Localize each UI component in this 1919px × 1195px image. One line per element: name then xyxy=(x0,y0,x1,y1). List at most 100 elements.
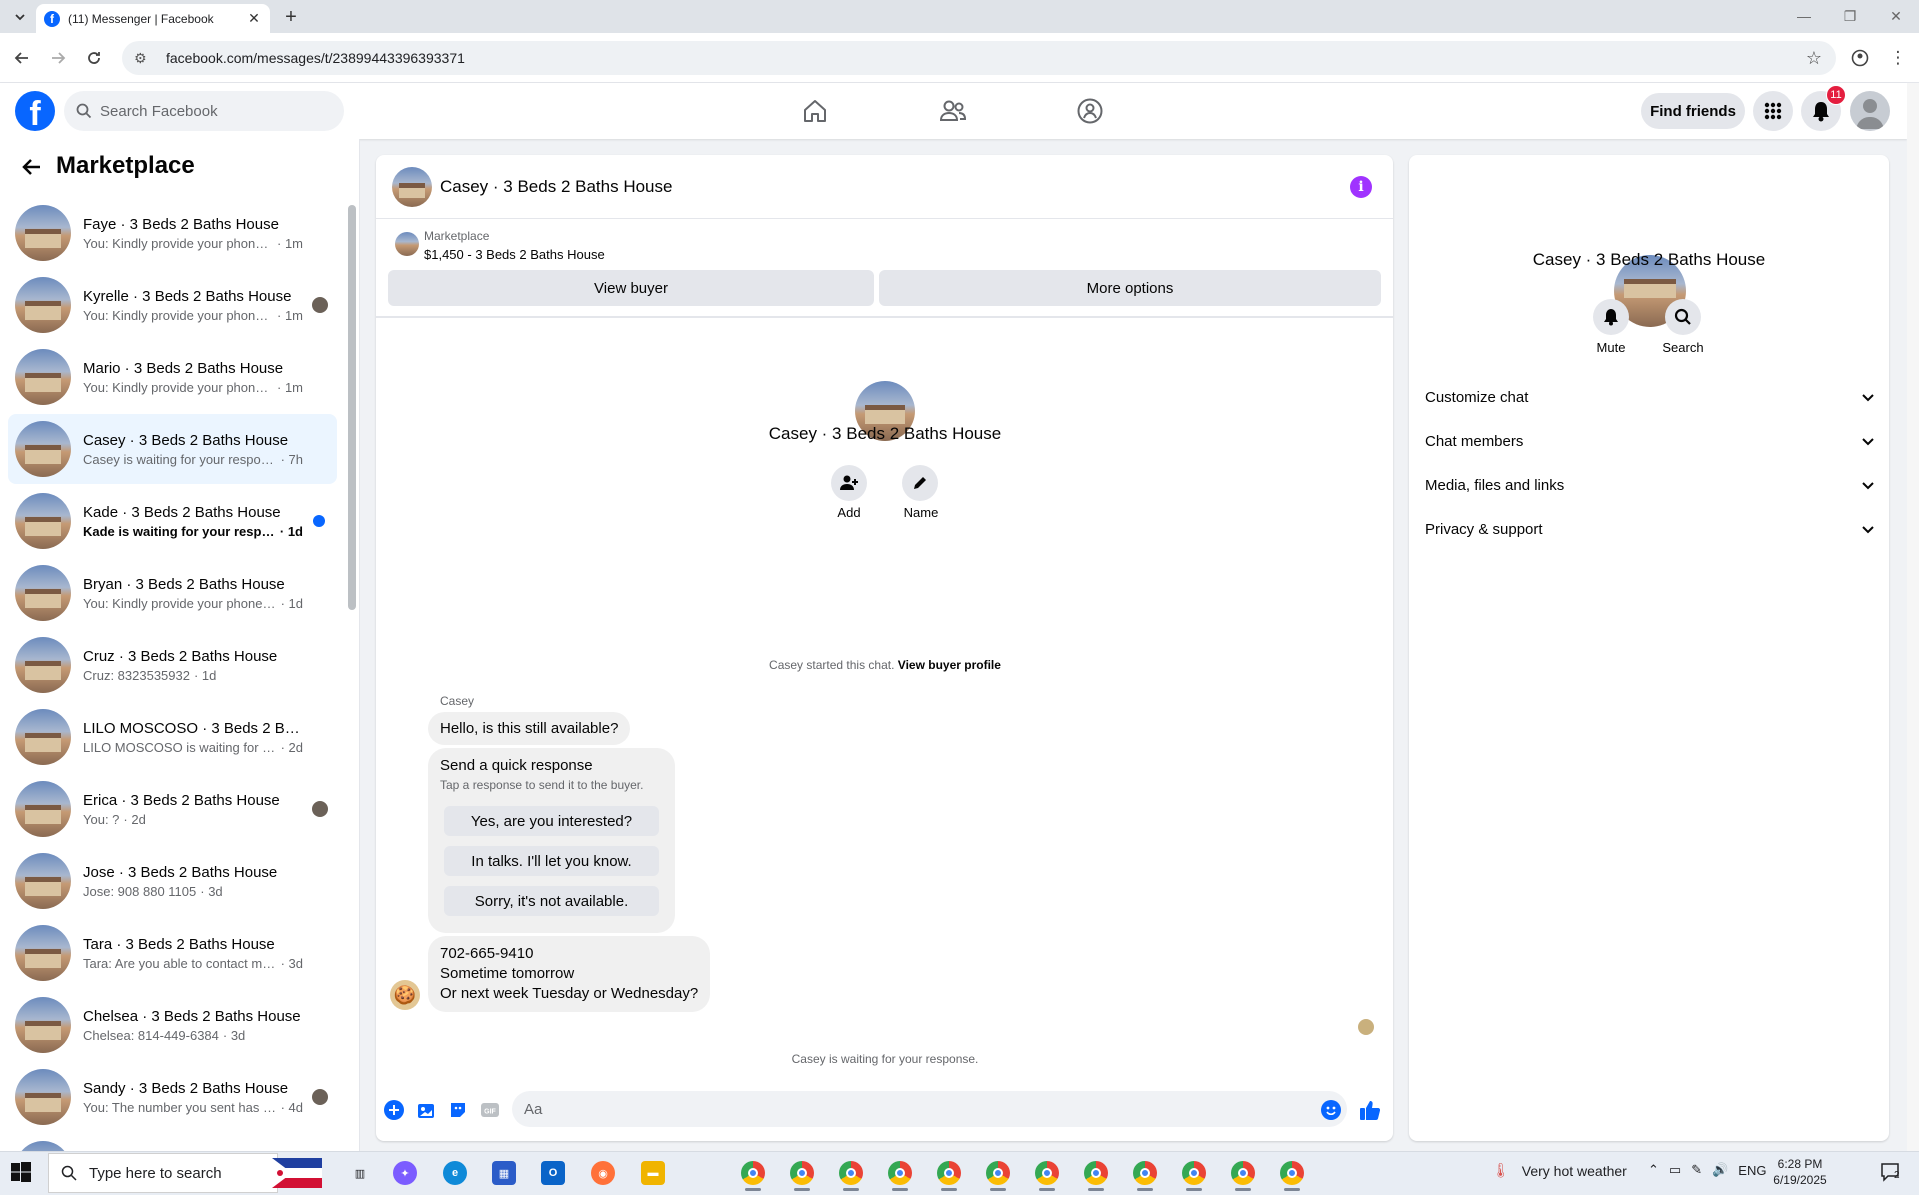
address-bar[interactable]: ⚙ facebook.com/messages/t/23899443396393… xyxy=(122,41,1836,75)
chrome-window-icon[interactable] xyxy=(888,1161,912,1185)
friends-icon[interactable] xyxy=(933,96,973,126)
conversation-item[interactable]: Casey · 3 Beds 2 Baths House Casey is wai… xyxy=(8,414,337,484)
view-buyer-button[interactable]: View buyer xyxy=(388,270,874,306)
conversation-item[interactable]: Jose · 3 Beds 2 Baths House Jose: 908 880… xyxy=(8,846,337,916)
conversation-item[interactable]: LILO MOSCOSO · 3 Beds 2 Baths... LILO MOS… xyxy=(8,702,337,772)
restore-icon[interactable]: ❐ xyxy=(1830,4,1870,28)
message-input[interactable]: Aa xyxy=(512,1091,1347,1127)
conversation-item[interactable]: Faye · 3 Beds 2 Baths House You: Kindly p… xyxy=(8,198,337,268)
conversation-preview-row: Casey is waiting for your response. · 7h xyxy=(83,452,303,467)
browser-menu-icon[interactable]: ⋮ xyxy=(1886,46,1910,70)
read-receipt-avatar xyxy=(312,801,328,817)
firefox-icon[interactable]: ◉ xyxy=(591,1161,615,1185)
chrome-center-dot xyxy=(797,1168,807,1178)
chrome-window-icon[interactable] xyxy=(1133,1161,1157,1185)
chrome-center-dot xyxy=(1238,1168,1248,1178)
chrome-window-icon[interactable] xyxy=(741,1161,765,1185)
conversation-item[interactable]: Cruz · 3 Beds 2 Baths House Cruz: 8323535… xyxy=(8,630,337,700)
reload-icon[interactable] xyxy=(82,46,106,70)
chrome-window-icon[interactable] xyxy=(1182,1161,1206,1185)
bookmark-star-icon[interactable]: ☆ xyxy=(1806,48,1822,69)
conversation-preview-row: You: Kindly provide your phone nu... · 1m xyxy=(83,236,303,251)
thumbs-up-icon[interactable] xyxy=(1359,1099,1381,1121)
incoming-message[interactable]: Hello, is this still available? xyxy=(428,712,631,745)
menu-grid-icon[interactable] xyxy=(1753,91,1793,131)
privacy-support-section[interactable]: Privacy & support xyxy=(1425,509,1875,549)
sticker-icon[interactable] xyxy=(447,1099,469,1121)
weather-widget[interactable]: 🌡 Very hot weather xyxy=(1492,1162,1627,1179)
chrome-window-icon[interactable] xyxy=(937,1161,961,1185)
section-label: Privacy & support xyxy=(1425,520,1543,538)
edit-name-pencil-icon[interactable] xyxy=(902,465,938,501)
pen-icon[interactable]: ✎ xyxy=(1691,1162,1702,1178)
back-arrow-icon[interactable] xyxy=(20,155,44,179)
chrome-window-icon[interactable] xyxy=(986,1161,1010,1185)
close-tab-icon[interactable]: ✕ xyxy=(246,10,262,27)
chrome-window-icon[interactable] xyxy=(1035,1161,1059,1185)
copilot-icon[interactable]: ✦ xyxy=(393,1161,417,1185)
edge-icon[interactable]: e xyxy=(443,1161,467,1185)
add-person-icon[interactable] xyxy=(831,465,867,501)
quick-reply-button[interactable]: Yes, are you interested? xyxy=(444,806,659,836)
tray-chevron-icon[interactable]: ⌃ xyxy=(1648,1162,1659,1178)
plus-circle-icon[interactable] xyxy=(383,1099,405,1121)
emoji-icon[interactable] xyxy=(1320,1099,1342,1121)
chrome-window-icon[interactable] xyxy=(1280,1161,1304,1185)
mute-bell-icon[interactable] xyxy=(1593,299,1629,335)
chrome-window-icon[interactable] xyxy=(1231,1161,1255,1185)
windows-start-icon[interactable] xyxy=(10,1161,36,1187)
customize-chat-section[interactable]: Customize chat xyxy=(1425,377,1875,417)
network-icon[interactable]: ▭ xyxy=(1669,1162,1681,1178)
conversation-item[interactable]: Kyrelle · 3 Beds 2 Baths House You: Kindl… xyxy=(8,270,337,340)
outlook-icon[interactable]: O xyxy=(541,1161,565,1185)
home-icon[interactable] xyxy=(795,96,835,126)
info-icon[interactable]: i xyxy=(1350,176,1372,198)
chat-members-section[interactable]: Chat members xyxy=(1425,421,1875,461)
task-view-icon[interactable]: ▥ xyxy=(348,1161,372,1185)
taskbar-search-input[interactable]: Type here to search xyxy=(48,1153,278,1193)
more-options-button[interactable]: More options xyxy=(879,270,1381,306)
site-info-icon[interactable]: ⚙ xyxy=(134,50,152,67)
conversation-item[interactable]: Bryan · 3 Beds 2 Baths House You: Kindly … xyxy=(8,558,337,628)
facebook-logo-icon[interactable]: f xyxy=(15,91,55,131)
conversation-item[interactable]: Chelsea · 3 Beds 2 Baths House Chelsea: 8… xyxy=(8,990,337,1060)
file-explorer-icon[interactable]: ▬ xyxy=(641,1161,665,1185)
conversation-item[interactable]: Sandy · 3 Beds 2 Baths House You: The num… xyxy=(8,1062,337,1132)
system-clock[interactable]: 6:28 PM 6/19/2025 xyxy=(1760,1156,1840,1188)
media-files-links-section[interactable]: Media, files and links xyxy=(1425,465,1875,505)
photo-icon[interactable] xyxy=(415,1099,437,1121)
profile-circle-icon[interactable] xyxy=(1848,46,1872,70)
view-buyer-profile-link[interactable]: View buyer profile xyxy=(898,658,1001,672)
groups-icon[interactable] xyxy=(1070,96,1110,126)
chrome-window-icon[interactable] xyxy=(790,1161,814,1185)
forward-arrow-icon[interactable] xyxy=(46,46,70,70)
chrome-window-icon[interactable] xyxy=(839,1161,863,1185)
chat-avatar[interactable] xyxy=(392,166,432,207)
close-window-icon[interactable]: ✕ xyxy=(1876,4,1916,28)
conversation-item[interactable]: Mario · 3 Beds 2 Baths House You: Kindly … xyxy=(8,342,337,412)
incoming-message[interactable]: 702-665-9410 Sometime tomorrow Or next w… xyxy=(428,936,711,1012)
back-arrow-icon[interactable] xyxy=(10,46,34,70)
minimize-icon[interactable]: — xyxy=(1784,4,1824,28)
new-tab-plus-icon[interactable]: + xyxy=(280,6,302,28)
clock-time: 6:28 PM xyxy=(1777,1157,1823,1171)
account-avatar[interactable] xyxy=(1850,91,1890,131)
tab-search-chevron-icon[interactable] xyxy=(8,6,32,28)
page-scrollbar[interactable] xyxy=(1907,83,1919,1151)
find-friends-button[interactable]: Find friends xyxy=(1641,93,1745,129)
conversation-item[interactable]: Tara · 3 Beds 2 Baths House Tara: Are you… xyxy=(8,918,337,988)
facebook-search-input[interactable]: Search Facebook xyxy=(64,91,344,131)
quick-reply-button[interactable]: Sorry, it's not available. xyxy=(444,886,659,916)
chat-title[interactable]: Casey · 3 Beds 2 Baths House xyxy=(440,177,672,197)
browser-tab[interactable]: f (11) Messenger | Facebook ✕ xyxy=(36,4,270,33)
quick-reply-button[interactable]: In talks. I'll let you know. xyxy=(444,846,659,876)
volume-icon[interactable]: 🔊 xyxy=(1712,1162,1728,1178)
conversation-item[interactable]: Kade · 3 Beds 2 Baths House Kade is waiti… xyxy=(8,486,337,556)
search-icon[interactable] xyxy=(1665,299,1701,335)
sidebar-scrollbar[interactable] xyxy=(348,205,356,610)
chrome-window-icon[interactable] xyxy=(1084,1161,1108,1185)
notification-center-icon[interactable]: 2 xyxy=(1880,1162,1904,1184)
store-icon[interactable]: ▦ xyxy=(492,1161,516,1185)
gif-icon[interactable]: GIF xyxy=(479,1099,501,1121)
conversation-item[interactable]: Erica · 3 Beds 2 Baths House You: ? · 2d xyxy=(8,774,337,844)
